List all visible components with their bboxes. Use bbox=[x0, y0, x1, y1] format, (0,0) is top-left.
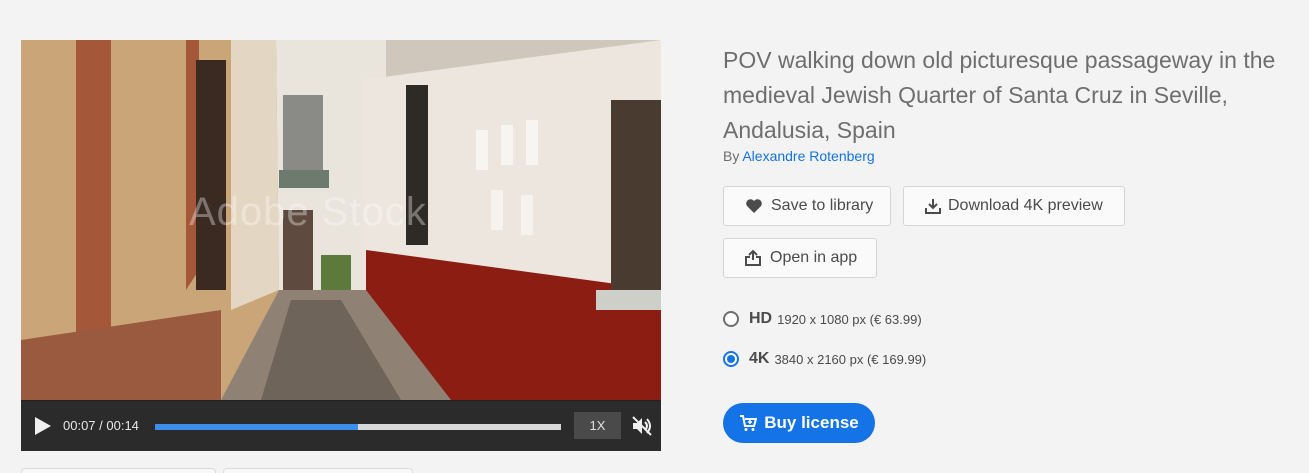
buy-license-button[interactable]: Buy license bbox=[723, 403, 875, 443]
open-in-app-button[interactable]: Open in app bbox=[723, 238, 877, 278]
option-detail: 3840 x 2160 px (€ 169.99) bbox=[774, 351, 927, 367]
save-label: Save to library bbox=[771, 197, 874, 214]
video-controls: 00:07 / 00:14 1X bbox=[21, 401, 661, 451]
license-option-hd[interactable]: HD 1920 x 1080 px (€ 63.99) bbox=[723, 310, 922, 328]
cart-icon bbox=[740, 415, 758, 431]
option-name: HD bbox=[749, 310, 773, 327]
playback-speed-button[interactable]: 1X bbox=[574, 412, 621, 439]
heart-icon bbox=[746, 199, 762, 213]
thumbnail-tab[interactable] bbox=[223, 468, 413, 473]
option-name: 4K bbox=[749, 350, 770, 367]
thumbnail-tab[interactable] bbox=[21, 468, 216, 473]
video-player[interactable]: Adobe Stock 00:07 / 00:14 1X bbox=[21, 40, 661, 451]
download-label: Download 4K preview bbox=[948, 197, 1103, 214]
radio-4k[interactable] bbox=[723, 351, 739, 367]
progress-bar[interactable] bbox=[155, 424, 561, 430]
save-to-library-button[interactable]: Save to library bbox=[723, 186, 891, 226]
author-link[interactable]: Alexandre Rotenberg bbox=[742, 148, 874, 164]
download-preview-button[interactable]: Download 4K preview bbox=[903, 186, 1125, 226]
license-option-4k[interactable]: 4K 3840 x 2160 px (€ 169.99) bbox=[723, 350, 926, 368]
buy-label: Buy license bbox=[764, 413, 859, 432]
time-display: 00:07 / 00:14 bbox=[63, 418, 139, 433]
play-icon[interactable] bbox=[31, 415, 53, 437]
progress-fill bbox=[155, 424, 358, 430]
watermark-text: Adobe Stock bbox=[189, 190, 427, 234]
asset-title: POV walking down old picturesque passage… bbox=[723, 47, 1276, 143]
option-detail: 1920 x 1080 px (€ 63.99) bbox=[777, 311, 922, 327]
radio-hd[interactable] bbox=[723, 311, 739, 327]
byline: By Alexandre Rotenberg bbox=[723, 148, 875, 164]
muted-speaker-icon[interactable] bbox=[630, 414, 654, 438]
video-frame[interactable]: Adobe Stock bbox=[21, 40, 661, 400]
open-label: Open in app bbox=[770, 249, 858, 266]
download-icon bbox=[925, 199, 941, 214]
share-icon bbox=[745, 249, 761, 266]
by-label: By bbox=[723, 148, 740, 164]
